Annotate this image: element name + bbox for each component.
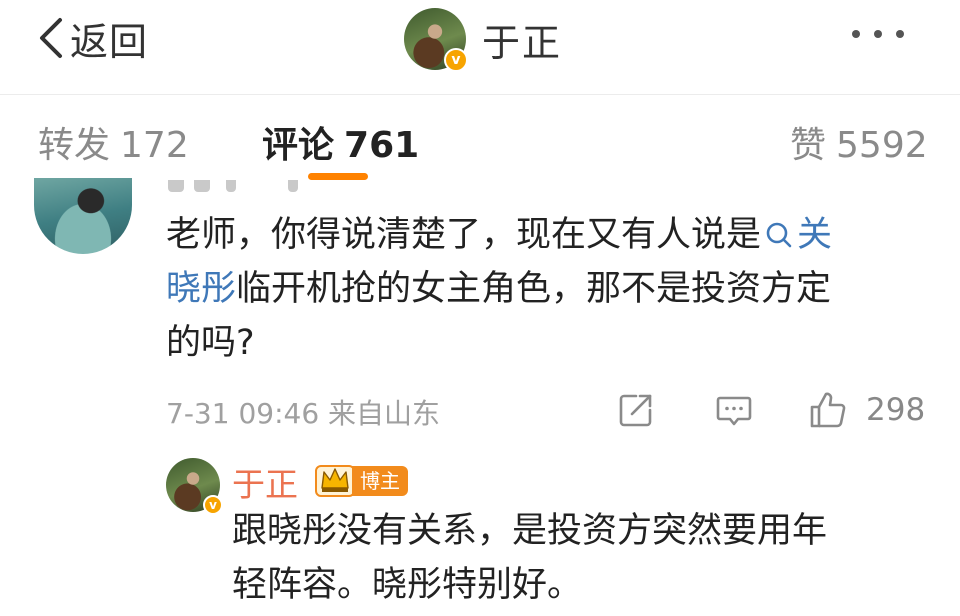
comment-text-part: 临开机抢的女主角色，那不是投资方定 [236,269,832,309]
like-button[interactable]: 298 [808,388,925,432]
tab-bar: 转发 172 评论 761 赞 5592 [0,96,960,188]
reply-avatar[interactable]: v [166,458,223,515]
reply-button[interactable] [714,388,754,432]
tab-likes[interactable]: 赞 5592 [790,116,928,168]
tab-likes-label: 赞 [790,125,827,166]
verified-badge-icon: v [444,48,468,72]
chevron-left-icon [40,18,62,58]
tab-likes-count: 5592 [836,125,928,166]
reply-author-name[interactable]: 于正 [232,458,298,506]
comment-line-2: 晓彤临开机抢的女主角色，那不是投资方定 [166,262,916,316]
tab-comments-label: 评论 [262,125,335,166]
comment-text: 老师，你得说清楚了，现在又有人说是关 晓彤临开机抢的女主角色，那不是投资方定 的… [166,208,916,370]
like-count: 298 [866,392,926,428]
blogger-badge: 博主 [352,466,408,496]
comment-line-3: 的吗? [166,323,255,363]
divider [0,94,960,95]
tab-comments[interactable]: 评论 761 [262,116,419,168]
thumbs-up-icon [810,392,846,428]
tab-forward-count: 172 [120,125,189,166]
comment-text-part: 老师，你得说清楚了，现在又有人说是 [166,215,762,255]
tab-forward-label: 转发 [38,125,111,166]
clipped-username [168,180,318,192]
reply-line-2: 轻阵容。晓彤特别好。 [232,565,583,605]
topic-link[interactable]: 关 [797,215,832,255]
share-icon [619,394,652,427]
reply-text: 跟晓彤没有关系，是投资方突然要用年 轻阵容。晓彤特别好。 [232,504,932,612]
active-tab-indicator [308,173,368,180]
search-icon [766,222,792,248]
commenter-avatar[interactable] [34,178,132,254]
comment-icon [716,396,752,426]
topic-link-continued[interactable]: 晓彤 [166,269,236,309]
tab-forward[interactable]: 转发 172 [38,116,189,168]
page-title: 于正 [482,20,563,65]
more-dots-icon[interactable] [852,30,904,38]
avatar[interactable]: v [404,8,468,72]
reply-line-1: 跟晓彤没有关系，是投资方突然要用年 [232,511,828,551]
tab-comments-count: 761 [344,125,420,166]
back-label: 返回 [70,19,149,64]
back-button[interactable]: 返回 [36,12,148,64]
top-nav-bar: 返回 v 于正 [0,0,960,96]
share-button[interactable] [616,388,656,432]
comment-meta: 7-31 09:46 来自山东 [166,397,441,430]
verified-badge-icon: v [203,495,223,515]
comment-line-1: 老师，你得说清楚了，现在又有人说是关 [166,208,916,262]
nav-profile[interactable]: v 于正 [404,8,563,72]
